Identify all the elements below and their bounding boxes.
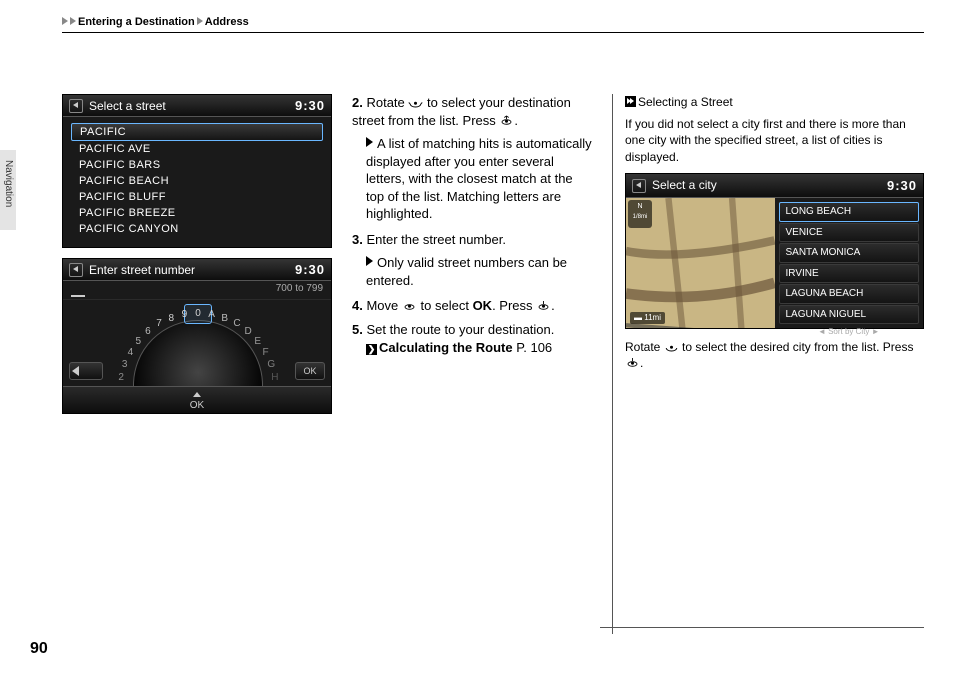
dial-character[interactable]: 0 [191, 308, 205, 319]
clock: 9:30 [295, 262, 325, 277]
breadcrumb-a: Entering a Destination [78, 16, 195, 28]
dial-character[interactable]: G [264, 359, 278, 370]
dial-rotate-icon [664, 340, 679, 353]
step-2: 2. Rotate to select your destination str… [352, 94, 592, 129]
list-item[interactable]: PACIFIC BREEZE [71, 205, 323, 221]
screen-select-street: Select a street 9:30 PACIFIC PACIFIC AVE… [62, 94, 332, 248]
dial-rotate-icon [408, 96, 423, 109]
bottom-bar-label: OK [190, 400, 204, 411]
list-item[interactable]: PACIFIC BLUFF [71, 189, 323, 205]
cursor-icon [71, 295, 85, 297]
screen-title: Select a city [652, 177, 887, 193]
triangle-bullet-icon [366, 256, 373, 266]
dial-press-icon [499, 114, 514, 127]
triangle-bullet-icon [366, 137, 373, 147]
compass-icon: N 1/8mi [628, 200, 652, 228]
city-list: LONG BEACH VENICE SANTA MONICA IRVINE LA… [775, 198, 924, 328]
sidebar-after-text: Rotate to select the desired city from t… [625, 339, 924, 371]
dial-character[interactable]: 4 [123, 347, 137, 358]
dial-character[interactable]: 5 [131, 336, 145, 347]
back-icon[interactable] [632, 179, 646, 193]
list-item[interactable]: PACIFIC BARS [71, 157, 323, 173]
dial-character[interactable]: 3 [118, 359, 132, 370]
screen-title: Select a street [89, 99, 295, 113]
dial-character[interactable]: E [251, 336, 265, 347]
list-item[interactable]: LAGUNA NIGUEL [779, 305, 920, 325]
back-icon[interactable] [69, 99, 83, 113]
clock: 9:30 [295, 98, 325, 113]
dial-character[interactable]: 9 [177, 309, 191, 320]
dial-character[interactable]: F [259, 347, 273, 358]
arrow-up-icon [193, 392, 201, 397]
back-icon[interactable] [69, 263, 83, 277]
step-4: 4. Move to select OK. Press . [352, 297, 592, 315]
sidebar-paragraph: If you did not select a city first and t… [625, 116, 924, 165]
screen-select-city: Select a city 9:30 [625, 173, 924, 330]
bottom-bar: OK [63, 386, 331, 413]
dial-press-icon [536, 299, 551, 312]
dial-character[interactable]: 2 [114, 372, 128, 383]
list-item[interactable]: PACIFIC CANYON [71, 221, 323, 237]
list-item[interactable]: SANTA MONICA [779, 243, 920, 263]
dial-character[interactable]: A [205, 309, 219, 320]
chevron-right-icon [197, 17, 203, 25]
crossref-link[interactable]: Calculating the Route [379, 340, 513, 355]
dial-character[interactable]: H [268, 372, 282, 383]
breadcrumb-b: Address [205, 16, 249, 28]
list-item[interactable]: IRVINE [779, 264, 920, 284]
delete-button[interactable] [69, 362, 103, 380]
sidebar-heading: Selecting a Street [625, 94, 924, 110]
double-chevron-icon [625, 96, 636, 107]
dial-move-icon [402, 299, 417, 312]
sort-label: ◄ Sort by City ► [779, 325, 920, 338]
ok-button[interactable]: OK [295, 362, 325, 380]
chevron-right-icon [70, 17, 76, 25]
screen-enter-number: Enter street number 9:30 700 to 799 1234… [62, 258, 332, 414]
list-item[interactable]: PACIFIC AVE [71, 141, 323, 157]
step-3: 3. Enter the street number. [352, 231, 592, 249]
chevron-right-icon [62, 17, 68, 25]
section-tab-label: Navigation [3, 160, 14, 207]
step-2-sub: A list of matching hits is automatically… [366, 135, 592, 223]
list-item[interactable]: LONG BEACH [779, 202, 920, 222]
divider [600, 627, 924, 628]
step-5: 5. Set the route to your destination. ❯C… [352, 321, 592, 356]
list-item[interactable]: PACIFIC [71, 123, 323, 141]
link-icon: ❯ [366, 344, 377, 355]
clock: 9:30 [887, 177, 917, 195]
screen-title: Enter street number [89, 263, 295, 277]
step-3-sub: Only valid street numbers can be entered… [366, 254, 592, 289]
number-range: 700 to 799 [63, 281, 331, 294]
list-item[interactable]: VENICE [779, 223, 920, 243]
list-item[interactable]: LAGUNA BEACH [779, 284, 920, 304]
page-number: 90 [30, 640, 48, 658]
scale-bar: ▬ 11mi [630, 312, 665, 325]
character-dial[interactable]: 1234567890ABCDEFGHI OK [63, 299, 331, 386]
dial-character[interactable]: 8 [164, 313, 178, 324]
breadcrumb: Entering a Destination Address [62, 16, 924, 33]
section-tab: Navigation [0, 150, 16, 230]
dial-press-icon [625, 356, 640, 369]
list-item[interactable]: PACIFIC BEACH [71, 173, 323, 189]
map-preview: N 1/8mi ▬ 11mi [626, 198, 775, 328]
street-list: PACIFIC PACIFIC AVE PACIFIC BARS PACIFIC… [63, 121, 331, 239]
